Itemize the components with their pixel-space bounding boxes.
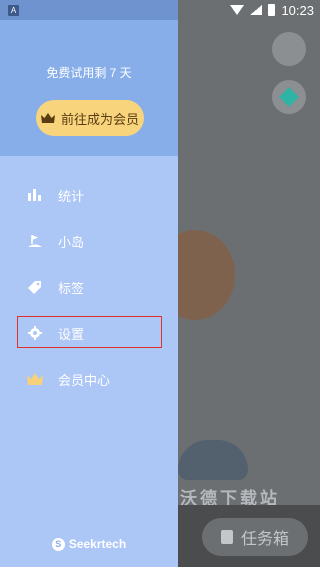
navigation-drawer: 免费试用剩 7 天 前往成为会员 统计 小岛 标签 设置 会员中心 S Seek… <box>0 0 178 567</box>
clock: 10:23 <box>281 2 314 18</box>
brand-footer: S Seekrtech <box>0 537 178 551</box>
menu-item-island[interactable]: 小岛 <box>0 218 178 264</box>
menu-item-label: 小岛 <box>58 234 85 250</box>
gear-icon <box>27 325 43 341</box>
become-member-label: 前往成为会员 <box>60 111 139 127</box>
menu-item-member-center[interactable]: 会员中心 <box>0 356 178 402</box>
seekrtech-logo-icon: S <box>51 537 65 551</box>
app-notification-icon: A <box>8 4 19 16</box>
tag-icon <box>27 279 43 295</box>
menu-item-label: 统计 <box>58 188 85 204</box>
status-bar: A 10:23 <box>0 0 320 20</box>
box-icon <box>220 530 233 544</box>
crown-icon <box>27 371 43 387</box>
trial-remaining-text: 免费试用剩 7 天 <box>46 66 132 80</box>
menu-item-statistics[interactable]: 统计 <box>0 172 178 218</box>
drawer-header: 免费试用剩 7 天 前往成为会员 <box>0 0 178 156</box>
menu-item-label: 设置 <box>58 326 85 342</box>
crown-icon <box>40 113 55 123</box>
signal-icon <box>250 5 263 15</box>
drawer-menu: 统计 小岛 标签 设置 会员中心 <box>0 172 178 402</box>
gem-icon <box>279 87 299 107</box>
island-graphic <box>178 440 248 480</box>
island-flag-icon <box>27 233 43 249</box>
brand-name: Seekrtech <box>68 537 127 551</box>
task-box-button[interactable]: 任务箱 <box>202 518 308 556</box>
menu-item-label: 会员中心 <box>58 372 111 388</box>
menu-item-label: 标签 <box>58 280 85 296</box>
wifi-icon <box>230 5 245 15</box>
bar-chart-icon <box>27 187 43 203</box>
menu-item-tags[interactable]: 标签 <box>0 264 178 310</box>
become-member-button[interactable]: 前往成为会员 <box>36 100 144 136</box>
gem-button[interactable] <box>272 80 306 114</box>
task-box-label: 任务箱 <box>240 531 289 548</box>
battery-icon <box>268 4 276 16</box>
menu-item-settings[interactable]: 设置 <box>0 310 178 356</box>
gift-button[interactable] <box>272 32 306 66</box>
